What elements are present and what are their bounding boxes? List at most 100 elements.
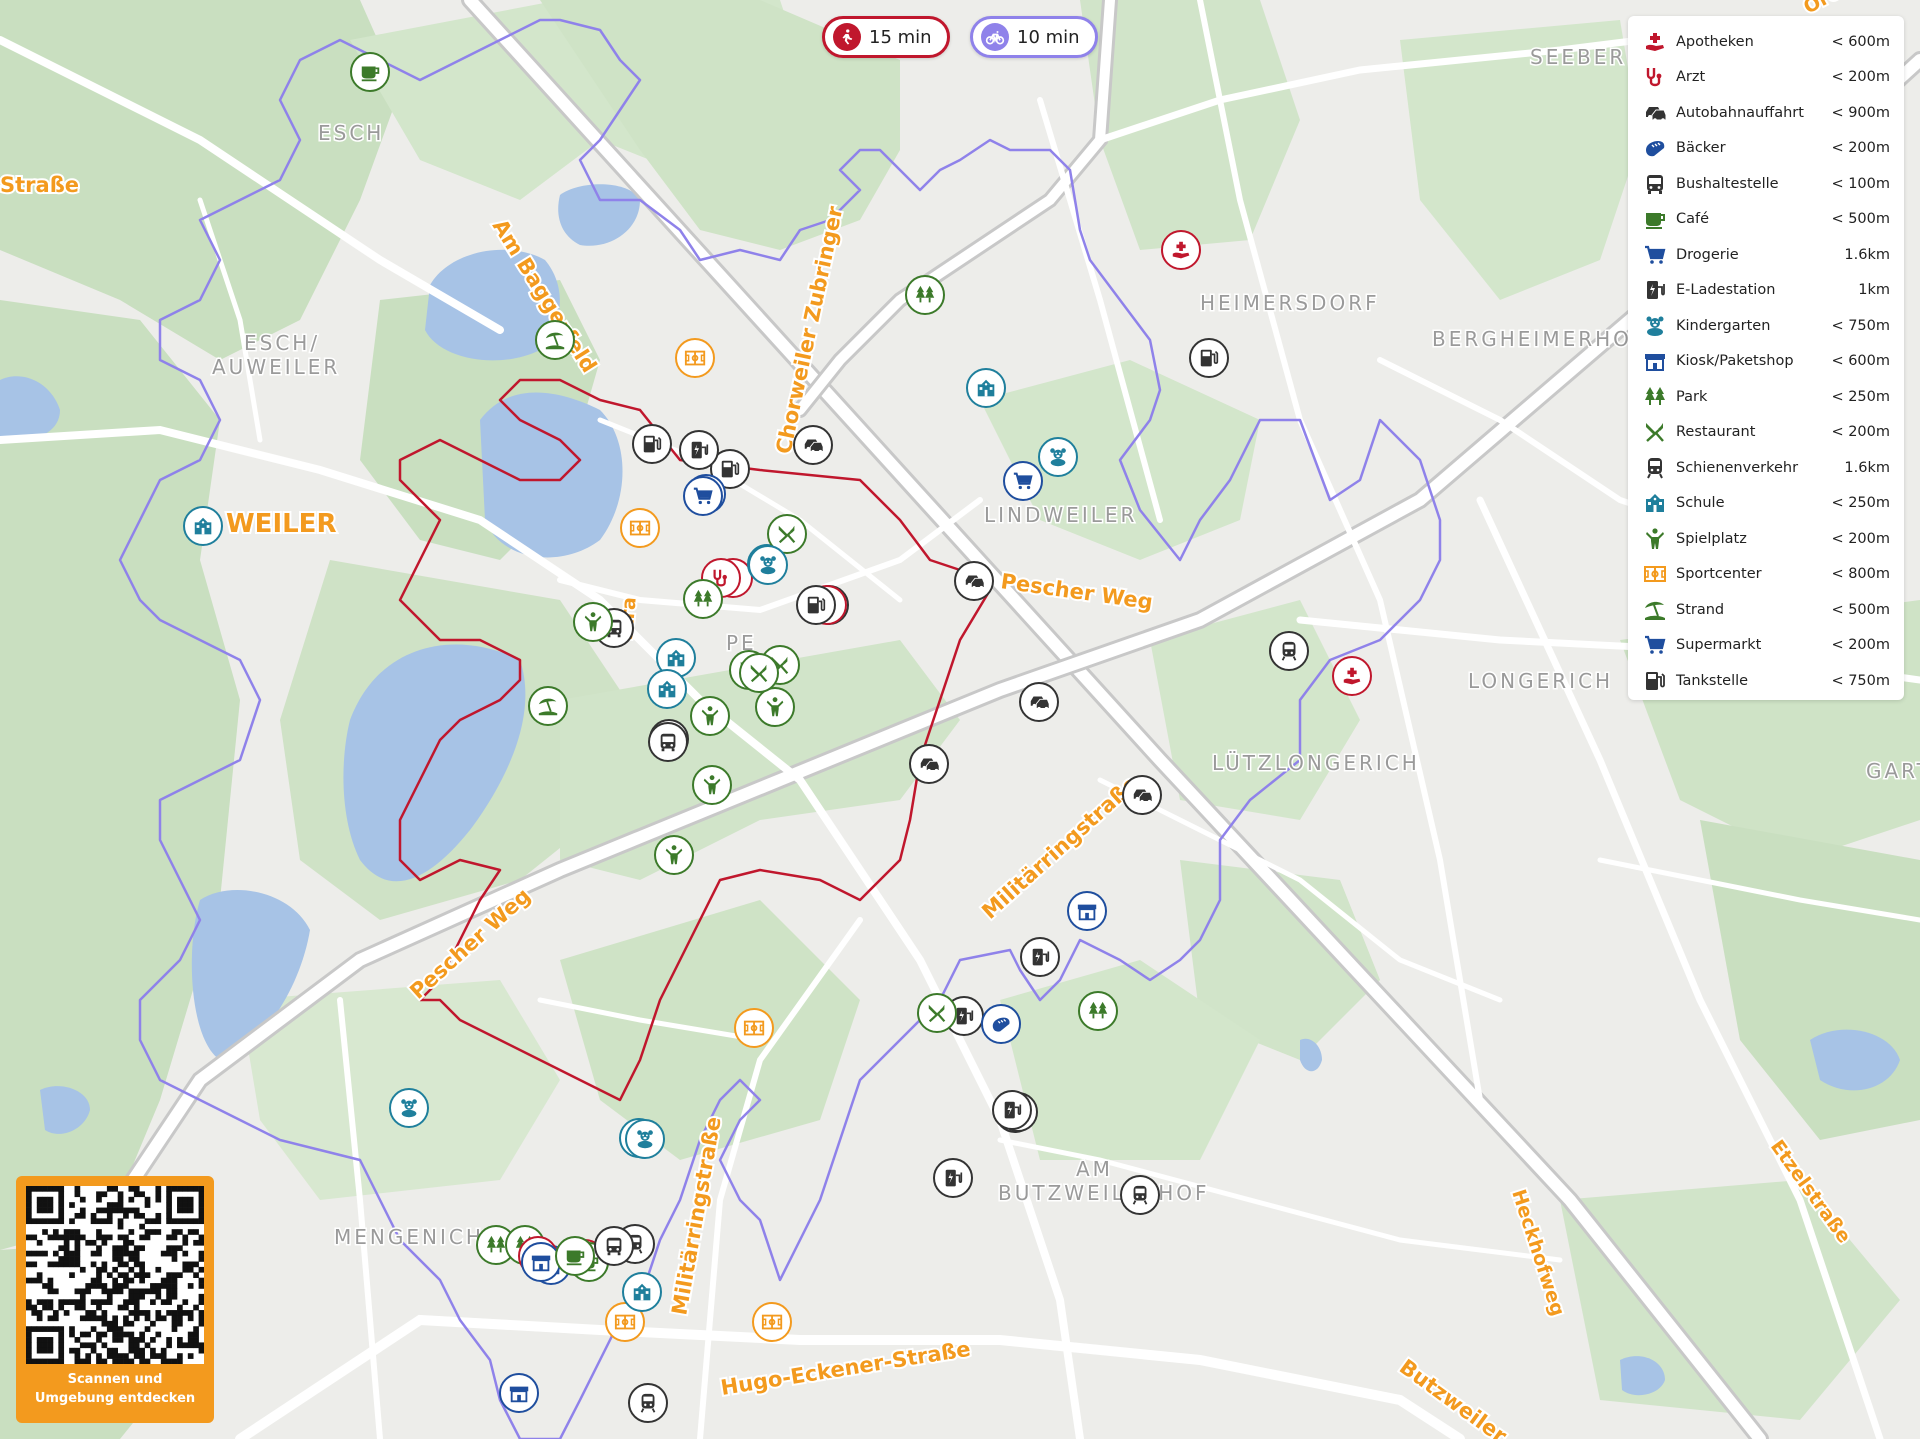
car-marker[interactable] (954, 561, 994, 601)
sportscenter-marker[interactable] (675, 338, 715, 378)
shop-marker[interactable] (521, 1242, 561, 1282)
school-marker[interactable] (966, 368, 1006, 408)
coffee-marker[interactable] (555, 1236, 595, 1276)
fuel-marker[interactable] (796, 585, 836, 625)
legend-item: Bushaltestelle < 100m (1642, 166, 1890, 202)
fuel-marker[interactable] (1189, 338, 1229, 378)
pharmacy-marker[interactable] (1161, 230, 1201, 270)
legend-item: Sportcenter < 800m (1642, 557, 1890, 593)
cart-icon (1642, 242, 1668, 268)
qr-code[interactable] (26, 1186, 205, 1365)
legend-item: Autobahnauffahrt < 900m (1642, 95, 1890, 131)
cart-marker[interactable] (1003, 461, 1043, 501)
legend-item-label: Park (1676, 388, 1708, 405)
train-marker[interactable] (628, 1383, 668, 1423)
stethoscope-icon (1642, 64, 1668, 90)
legend-item-distance: < 200m (1831, 140, 1890, 157)
legend-item: Supermarkt < 200m (1642, 628, 1890, 664)
shop-marker[interactable] (1067, 891, 1107, 931)
legend-item-label: Drogerie (1676, 246, 1739, 263)
charging-marker[interactable] (933, 1158, 973, 1198)
legend-item: Bäcker < 200m (1642, 131, 1890, 167)
legend-item-label: Kindergarten (1676, 317, 1771, 334)
playground-marker[interactable] (692, 765, 732, 805)
bus-marker[interactable] (594, 1226, 634, 1266)
car-marker[interactable] (909, 744, 949, 784)
town-label: WEILER (226, 509, 336, 539)
teddy-marker[interactable] (748, 545, 788, 585)
legend-item: Tankstelle < 750m (1642, 663, 1890, 699)
teddy-marker[interactable] (1038, 437, 1078, 477)
car-marker[interactable] (793, 425, 833, 465)
legend-item-distance: < 800m (1831, 566, 1890, 583)
legend-item-label: Apotheken (1676, 33, 1754, 50)
school-marker[interactable] (183, 506, 223, 546)
cutlery-marker[interactable] (739, 653, 779, 693)
legend-item: Schule < 250m (1642, 486, 1890, 522)
legend-item-distance: < 100m (1831, 175, 1890, 192)
school-marker[interactable] (647, 669, 687, 709)
train-marker[interactable] (1269, 631, 1309, 671)
legend-item: E-Ladestation 1km (1642, 273, 1890, 309)
train-marker[interactable] (1120, 1175, 1160, 1215)
fuel-marker[interactable] (632, 424, 672, 464)
charging-marker[interactable] (992, 1090, 1032, 1130)
beach-marker[interactable] (528, 686, 568, 726)
legend-item-label: Supermarkt (1676, 637, 1762, 654)
legend-item-label: Autobahnauffahrt (1676, 104, 1804, 121)
legend-item: Café < 500m (1642, 202, 1890, 238)
coffee-marker[interactable] (350, 52, 390, 92)
qr-caption-line: Scannen und (67, 1372, 163, 1387)
legend-item: Restaurant < 200m (1642, 415, 1890, 451)
playground-marker[interactable] (654, 835, 694, 875)
legend-item-distance: < 200m (1831, 530, 1890, 547)
legend-item-distance: 1km (1858, 282, 1890, 299)
bus-marker[interactable] (648, 722, 688, 762)
charging-marker[interactable] (679, 430, 719, 470)
playground-marker[interactable] (755, 687, 795, 727)
legend-item-distance: 1.6km (1844, 459, 1890, 476)
teddy-marker[interactable] (389, 1088, 429, 1128)
sportscenter-marker[interactable] (752, 1302, 792, 1342)
car-marker[interactable] (1019, 682, 1059, 722)
legend-item-distance: < 750m (1831, 317, 1890, 334)
legend-item: Arzt < 200m (1642, 60, 1890, 96)
school-marker[interactable] (622, 1272, 662, 1312)
qr-code-panel[interactable]: Scannen und Umgebung entdecken (16, 1176, 214, 1423)
bike-isochrone-badge[interactable]: 10 min (970, 16, 1098, 58)
playground-icon (1642, 526, 1668, 552)
legend-item-label: Bushaltestelle (1676, 175, 1779, 192)
pharmacy-icon (1642, 29, 1668, 55)
qr-caption-line: Umgebung entdecken (34, 1391, 196, 1406)
cart-marker[interactable] (683, 476, 723, 516)
pharmacy-marker[interactable] (1332, 656, 1372, 696)
bike-time-label: 10 min (1017, 26, 1080, 48)
cart-icon (1642, 632, 1668, 658)
cutlery-marker[interactable] (917, 993, 957, 1033)
legend-item-label: Arzt (1676, 69, 1706, 86)
teddy-marker[interactable] (625, 1119, 665, 1159)
legend-item-label: Restaurant (1676, 424, 1756, 441)
legend-item-distance: < 600m (1831, 353, 1890, 370)
charging-icon (1642, 277, 1668, 303)
sportscenter-marker[interactable] (620, 508, 660, 548)
district-label: BUTZWEILERHOF (998, 1181, 1210, 1205)
playground-marker[interactable] (573, 602, 613, 642)
sportscenter-marker[interactable] (734, 1008, 774, 1048)
tree-marker[interactable] (1078, 991, 1118, 1031)
playground-marker[interactable] (690, 696, 730, 736)
tree-marker[interactable] (683, 579, 723, 619)
beach-marker[interactable] (535, 320, 575, 360)
tree-marker[interactable] (905, 275, 945, 315)
legend-item-distance: < 500m (1831, 211, 1890, 228)
bus-icon (1642, 171, 1668, 197)
charging-marker[interactable] (1020, 937, 1060, 977)
district-label: BERGHEIMERHOF (1432, 327, 1646, 351)
legend-item-label: Schule (1676, 495, 1725, 512)
district-label: LONGERICH (1468, 669, 1613, 693)
car-marker[interactable] (1122, 775, 1162, 815)
walk-isochrone-badge[interactable]: 15 min (822, 16, 950, 58)
shop-marker[interactable] (499, 1373, 539, 1413)
bread-marker[interactable] (981, 1004, 1021, 1044)
car-icon (1642, 100, 1668, 126)
